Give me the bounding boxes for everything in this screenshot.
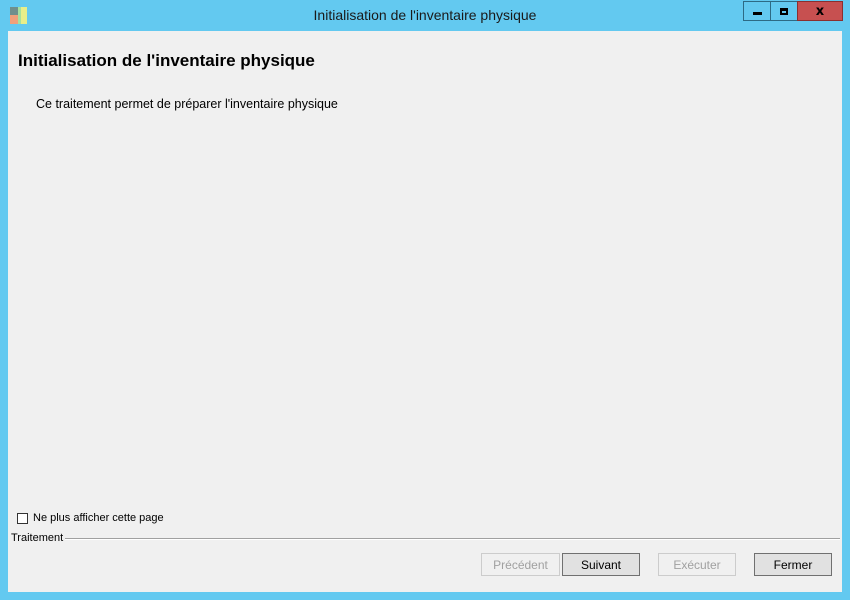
wizard-page: Initialisation de l'inventaire physique … (8, 31, 842, 592)
maximize-button[interactable] (770, 1, 798, 21)
maximize-icon (780, 7, 788, 15)
close-window-button[interactable]: x (797, 1, 843, 21)
wizard-window: Initialisation de l'inventaire physique … (0, 0, 850, 600)
footer-separator (64, 538, 840, 540)
dont-show-again-checkbox[interactable] (17, 512, 28, 524)
execute-button[interactable]: Exécuter (658, 553, 736, 576)
dont-show-again-option[interactable]: Ne plus afficher cette page (17, 512, 164, 524)
minimize-button[interactable] (743, 1, 771, 21)
window-title: Initialisation de l'inventaire physique (313, 7, 537, 23)
dont-show-again-label[interactable]: Ne plus afficher cette page (33, 512, 164, 524)
page-description: Ce traitement permet de préparer l'inven… (36, 97, 338, 111)
footer-group-label: Traitement (11, 532, 66, 544)
close-button[interactable]: Fermer (754, 553, 832, 576)
close-icon: x (815, 3, 825, 19)
next-button[interactable]: Suivant (562, 553, 640, 576)
title-bar[interactable]: Initialisation de l'inventaire physique … (0, 0, 850, 31)
previous-button[interactable]: Précédent (481, 553, 560, 576)
page-title: Initialisation de l'inventaire physique (18, 51, 315, 70)
minimize-icon (752, 12, 762, 15)
